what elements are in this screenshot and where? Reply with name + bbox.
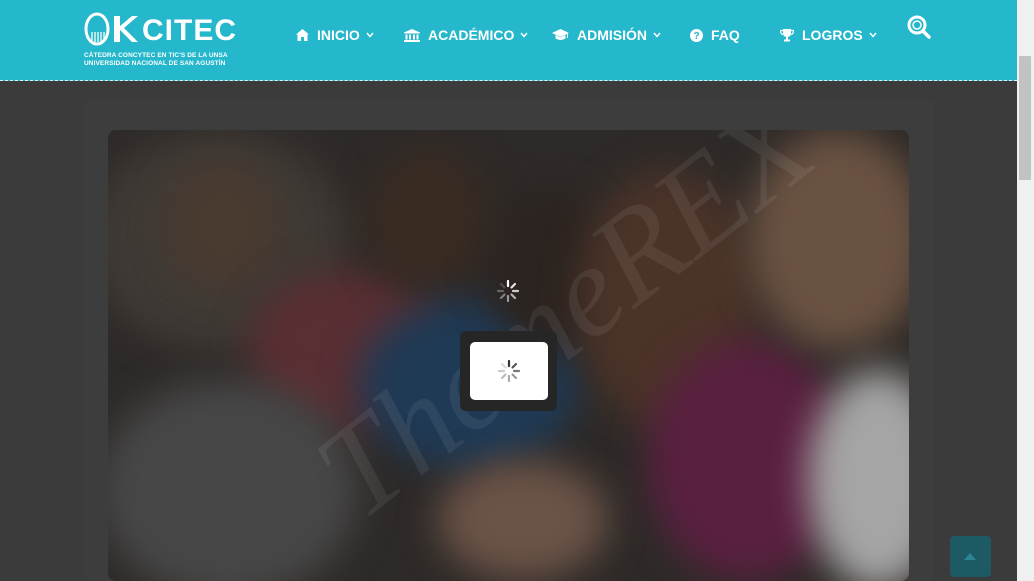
page-scrollbar[interactable] — [1017, 0, 1034, 581]
search-icon[interactable] — [906, 14, 932, 40]
brand-subtitle-2: UNIVERSIDAD NACIONAL DE SAN AGUSTÍN — [84, 60, 226, 67]
chevron-down-icon — [366, 32, 374, 38]
nav-label-logros: LOGROS — [802, 27, 863, 43]
nav-item-academico[interactable]: ACADÉMICO — [404, 24, 528, 46]
brand-name: CITEC — [142, 14, 237, 47]
question-circle-icon: ? — [690, 28, 703, 42]
nav-label-faq: FAQ — [711, 27, 740, 43]
nav-item-inicio[interactable]: INICIO — [296, 24, 374, 46]
loading-modal — [460, 331, 557, 411]
nav-item-logros[interactable]: LOGROS — [780, 24, 877, 46]
spinner-icon — [497, 359, 521, 383]
site-header: CITEC CÁTEDRA CONCYTEC EN TIC'S DE LA UN… — [0, 0, 1017, 81]
site-logo[interactable]: CITEC CÁTEDRA CONCYTEC EN TIC'S DE LA UN… — [84, 12, 244, 72]
nav-label-admision: ADMISIÓN — [577, 27, 647, 43]
home-icon — [296, 29, 309, 41]
nav-item-admision[interactable]: ADMISIÓN — [552, 24, 661, 46]
chevron-up-icon — [964, 553, 976, 560]
university-icon — [404, 28, 420, 42]
spinner-icon — [496, 279, 520, 303]
chevron-down-icon — [520, 32, 528, 38]
trophy-icon — [780, 28, 794, 41]
back-to-top-button[interactable] — [950, 536, 991, 577]
chevron-down-icon — [869, 32, 877, 38]
nav-item-faq[interactable]: ? FAQ — [690, 24, 740, 46]
scrollbar-thumb[interactable] — [1019, 56, 1031, 180]
nav-label-inicio: INICIO — [317, 27, 360, 43]
svg-text:?: ? — [693, 31, 699, 42]
graduation-cap-icon — [552, 29, 569, 40]
nav-label-academico: ACADÉMICO — [428, 27, 515, 43]
brand-subtitle-1: CÁTEDRA CONCYTEC EN TIC'S DE LA UNSA — [84, 52, 228, 59]
logo-mark-icon — [84, 12, 138, 46]
chevron-down-icon — [653, 32, 661, 38]
loading-modal-body — [470, 342, 548, 400]
